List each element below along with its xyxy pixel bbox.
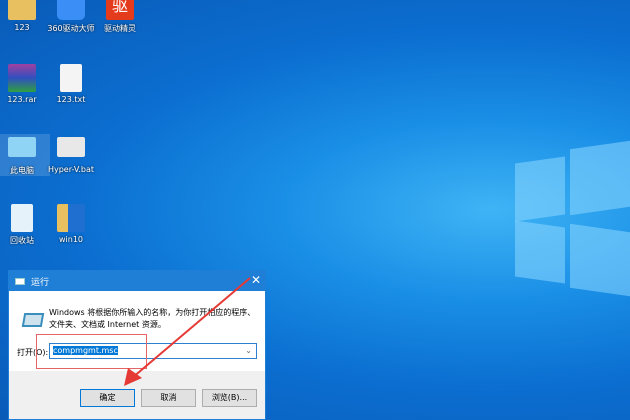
annotation-arrow <box>124 277 251 386</box>
